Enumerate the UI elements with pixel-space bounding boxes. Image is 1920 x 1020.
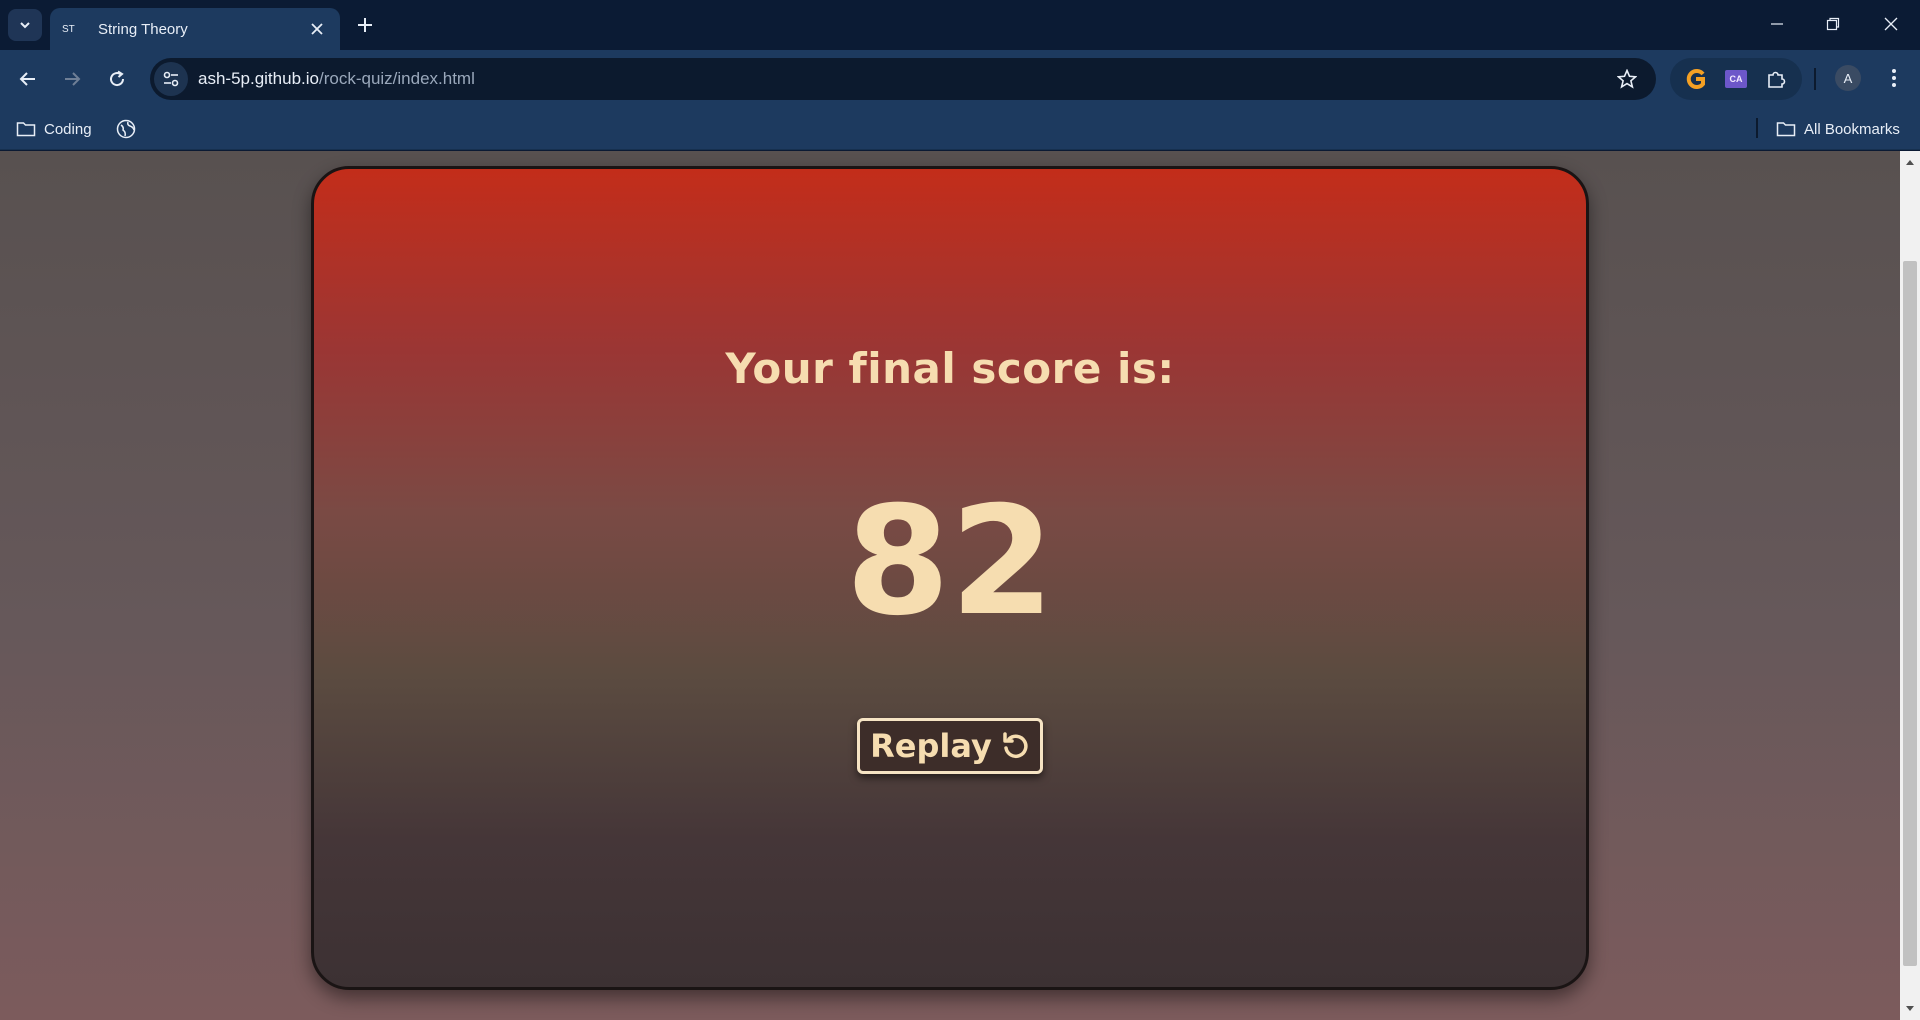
restore-button[interactable] xyxy=(1810,8,1856,40)
bookmarks-divider xyxy=(1756,118,1758,138)
puzzle-icon[interactable] xyxy=(1762,65,1790,93)
restore-icon xyxy=(1826,17,1840,31)
bookmarks-bar: Coding All Bookmarks xyxy=(0,108,1920,150)
page-viewport: Your final score is: 82 Replay xyxy=(0,151,1900,1020)
triangle-down-icon xyxy=(1906,1006,1914,1011)
forward-button[interactable] xyxy=(58,65,86,93)
score-title: Your final score is: xyxy=(725,344,1175,393)
site-info-button[interactable] xyxy=(154,62,188,96)
ca-extension-icon[interactable]: CA xyxy=(1722,65,1750,93)
minimize-icon xyxy=(1771,23,1783,25)
g-extension-icon[interactable] xyxy=(1682,65,1710,93)
all-bookmarks-label: All Bookmarks xyxy=(1804,120,1900,138)
ca-badge: CA xyxy=(1725,70,1747,88)
reload-icon xyxy=(110,70,125,87)
scroll-down-button[interactable] xyxy=(1900,1000,1920,1018)
bookmark-label: Coding xyxy=(44,120,92,138)
browser-menu-button[interactable] xyxy=(1880,64,1908,92)
replay-icon xyxy=(1003,732,1028,758)
browser-titlebar: ST String Theory xyxy=(0,0,1920,50)
browser-tab[interactable]: ST String Theory xyxy=(50,8,340,50)
triangle-up-icon xyxy=(1906,160,1914,165)
url-host: ash-5p.github.io xyxy=(198,69,319,88)
folder-icon xyxy=(1776,122,1796,137)
folder-icon xyxy=(16,122,36,137)
new-tab-button[interactable] xyxy=(352,12,378,38)
arrow-left-icon xyxy=(19,72,35,86)
scrollbar-thumb[interactable] xyxy=(1903,261,1917,966)
chevron-down-icon xyxy=(20,22,30,29)
bookmark-star-button[interactable] xyxy=(1612,64,1642,94)
arrow-right-icon xyxy=(65,72,81,86)
replay-button[interactable]: Replay xyxy=(857,718,1043,774)
replay-label: Replay xyxy=(870,727,992,765)
plus-icon xyxy=(358,18,372,32)
tab-search-button[interactable] xyxy=(8,9,42,41)
profile-avatar[interactable]: A xyxy=(1835,65,1861,91)
tab-close-button[interactable] xyxy=(306,18,328,40)
toolbar-divider xyxy=(1814,68,1816,90)
score-card: Your final score is: 82 Replay xyxy=(311,166,1589,990)
bookmark-coding[interactable]: Coding xyxy=(16,116,92,142)
reload-button[interactable] xyxy=(103,65,131,93)
tab-title: String Theory xyxy=(98,20,188,38)
tab-favicon-icon: ST xyxy=(62,23,75,35)
minimize-button[interactable] xyxy=(1754,8,1800,40)
back-button[interactable] xyxy=(14,65,42,93)
globe-icon xyxy=(116,119,136,139)
extensions-group: CA xyxy=(1670,58,1802,100)
star-icon xyxy=(1617,69,1637,89)
more-vertical-icon xyxy=(1892,69,1896,87)
address-bar[interactable]: ash-5p.github.io/rock-quiz/index.html xyxy=(150,58,1656,100)
close-icon xyxy=(1884,17,1898,31)
bookmark-globe[interactable] xyxy=(116,116,144,142)
close-window-button[interactable] xyxy=(1868,8,1914,40)
url-path: /rock-quiz/index.html xyxy=(318,69,475,88)
browser-toolbar: ash-5p.github.io/rock-quiz/index.html CA xyxy=(0,50,1920,108)
final-score: 82 xyxy=(845,475,1055,649)
all-bookmarks-button[interactable]: All Bookmarks xyxy=(1776,116,1900,142)
scroll-up-button[interactable] xyxy=(1900,153,1920,171)
url-text[interactable]: ash-5p.github.io/rock-quiz/index.html xyxy=(198,69,1612,89)
vertical-scrollbar[interactable] xyxy=(1900,151,1920,1020)
close-icon xyxy=(311,23,323,35)
tune-icon xyxy=(163,71,179,87)
